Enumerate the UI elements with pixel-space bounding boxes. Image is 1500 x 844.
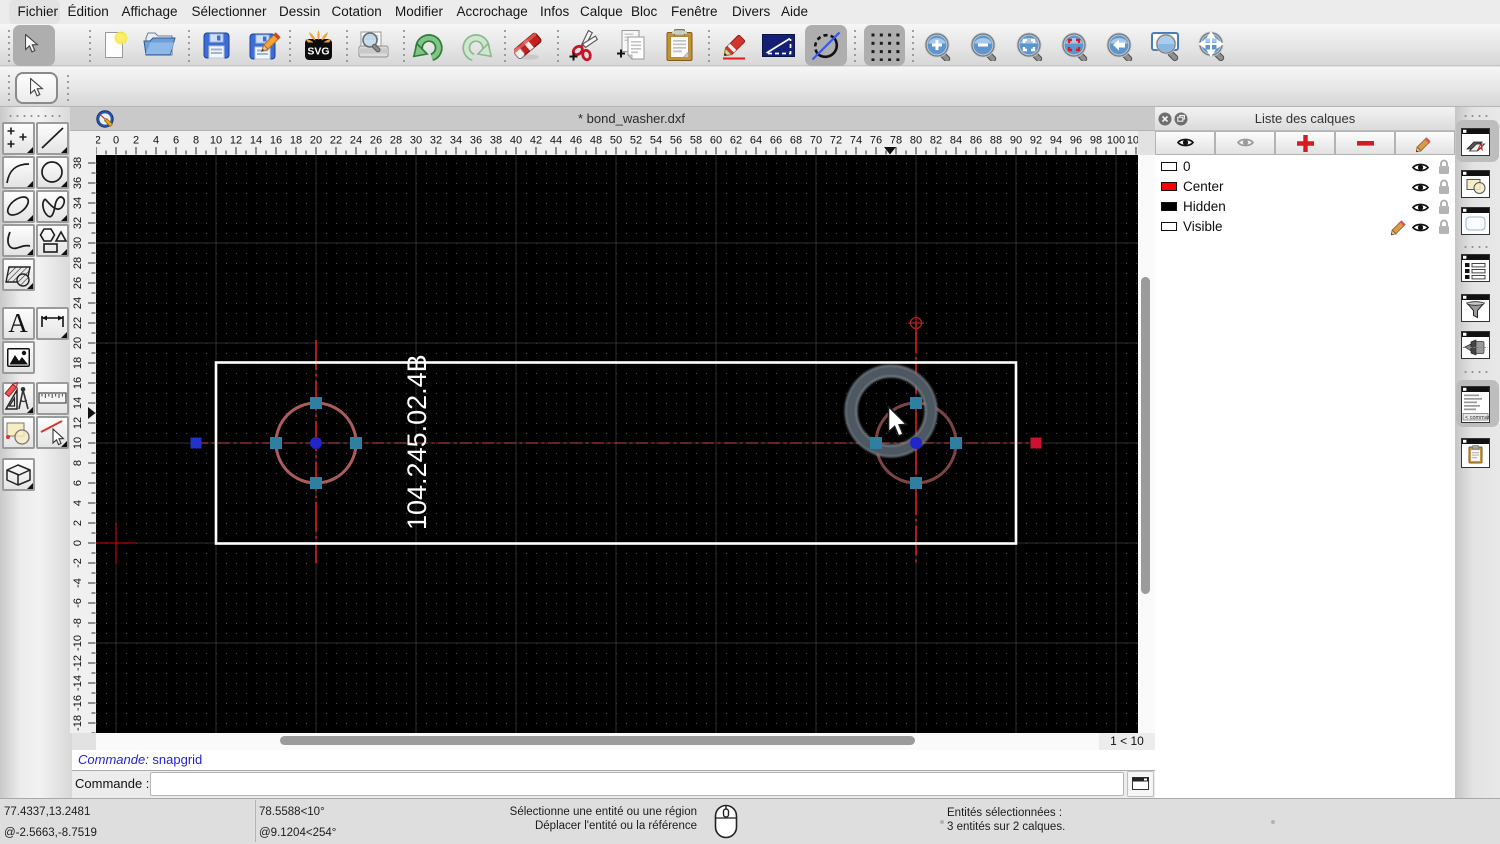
svg-text:-8: -8 <box>72 618 84 628</box>
svg-text:10: 10 <box>210 135 222 147</box>
svg-text:54: 54 <box>650 135 662 147</box>
svg-text:36: 36 <box>470 135 482 147</box>
svg-text:30: 30 <box>72 237 84 249</box>
svg-text:20: 20 <box>72 337 84 349</box>
svg-text:78: 78 <box>890 135 902 147</box>
svg-text:18: 18 <box>290 135 302 147</box>
svg-text:-14: -14 <box>72 675 84 691</box>
svg-text:4: 4 <box>153 135 159 147</box>
svg-text:98: 98 <box>1090 135 1102 147</box>
svg-text:30: 30 <box>410 135 422 147</box>
svg-text:46: 46 <box>570 135 582 147</box>
svg-text:A: A <box>8 308 28 338</box>
svg-text:52: 52 <box>630 135 642 147</box>
svg-text:16: 16 <box>270 135 282 147</box>
svg-text:72: 72 <box>830 135 842 147</box>
svg-text:16: 16 <box>72 377 84 389</box>
svg-text:8: 8 <box>193 135 199 147</box>
svg-text:< command: < command <box>1465 415 1490 421</box>
svg-text:58: 58 <box>690 135 702 147</box>
svg-text:84: 84 <box>950 135 962 147</box>
svg-text:26: 26 <box>72 277 84 289</box>
svg-text:-10: -10 <box>72 635 84 651</box>
svg-text:68: 68 <box>790 135 802 147</box>
svg-text:56: 56 <box>670 135 682 147</box>
svg-text:42: 42 <box>530 135 542 147</box>
svg-text:50: 50 <box>610 135 622 147</box>
svg-text:12: 12 <box>72 417 84 429</box>
svg-text:SVG: SVG <box>307 46 329 58</box>
svg-text:36: 36 <box>72 177 84 189</box>
svg-text:100: 100 <box>1107 135 1125 147</box>
svg-text:28: 28 <box>72 257 84 269</box>
svg-text:74: 74 <box>850 135 862 147</box>
svg-text:32: 32 <box>72 217 84 229</box>
svg-text:6: 6 <box>173 135 179 147</box>
svg-text:66: 66 <box>770 135 782 147</box>
svg-text:76: 76 <box>870 135 882 147</box>
svg-text:0: 0 <box>72 540 84 546</box>
svg-text:92: 92 <box>1030 135 1042 147</box>
svg-text:24: 24 <box>350 135 362 147</box>
svg-text:82: 82 <box>930 135 942 147</box>
svg-text:38: 38 <box>490 135 502 147</box>
svg-text:-12: -12 <box>72 655 84 671</box>
svg-text:14: 14 <box>250 135 262 147</box>
svg-text:-2: -2 <box>72 558 84 568</box>
svg-text:0: 0 <box>113 135 119 147</box>
svg-text:-4: -4 <box>72 578 84 588</box>
svg-text:-6: -6 <box>72 598 84 608</box>
svg-text:-16: -16 <box>72 695 84 711</box>
svg-text:44: 44 <box>550 135 562 147</box>
svg-text:20: 20 <box>310 135 322 147</box>
svg-text:34: 34 <box>450 135 462 147</box>
svg-text:48: 48 <box>590 135 602 147</box>
svg-text:80: 80 <box>910 135 922 147</box>
svg-text:A: A <box>1476 143 1484 153</box>
svg-text:64: 64 <box>750 135 762 147</box>
svg-text:22: 22 <box>72 317 84 329</box>
svg-text:96: 96 <box>1070 135 1082 147</box>
svg-text:12: 12 <box>230 135 242 147</box>
svg-text:8: 8 <box>72 460 84 466</box>
svg-text:18: 18 <box>72 357 84 369</box>
svg-text:10: 10 <box>72 437 84 449</box>
svg-text:86: 86 <box>970 135 982 147</box>
svg-text:94: 94 <box>1050 135 1062 147</box>
svg-text:62: 62 <box>730 135 742 147</box>
svg-text:32: 32 <box>430 135 442 147</box>
svg-text:70: 70 <box>810 135 822 147</box>
svg-text:6: 6 <box>72 480 84 486</box>
svg-text:-18: -18 <box>72 715 84 731</box>
svg-text:34: 34 <box>72 197 84 209</box>
svg-text:90: 90 <box>1010 135 1022 147</box>
svg-text:88: 88 <box>990 135 1002 147</box>
svg-text:26: 26 <box>370 135 382 147</box>
svg-text:28: 28 <box>390 135 402 147</box>
svg-text:24: 24 <box>72 297 84 309</box>
svg-text:2: 2 <box>72 520 84 526</box>
svg-text:60: 60 <box>710 135 722 147</box>
svg-text:22: 22 <box>330 135 342 147</box>
svg-text:38: 38 <box>72 157 84 169</box>
svg-text:4: 4 <box>72 500 84 506</box>
svg-text:14: 14 <box>72 397 84 409</box>
svg-text:104.245.02.4B: 104.245.02.4B <box>402 354 432 530</box>
svg-text:40: 40 <box>510 135 522 147</box>
svg-text:2: 2 <box>133 135 139 147</box>
svg-text:-2: -2 <box>96 135 101 147</box>
svg-text:102: 102 <box>1127 135 1138 147</box>
